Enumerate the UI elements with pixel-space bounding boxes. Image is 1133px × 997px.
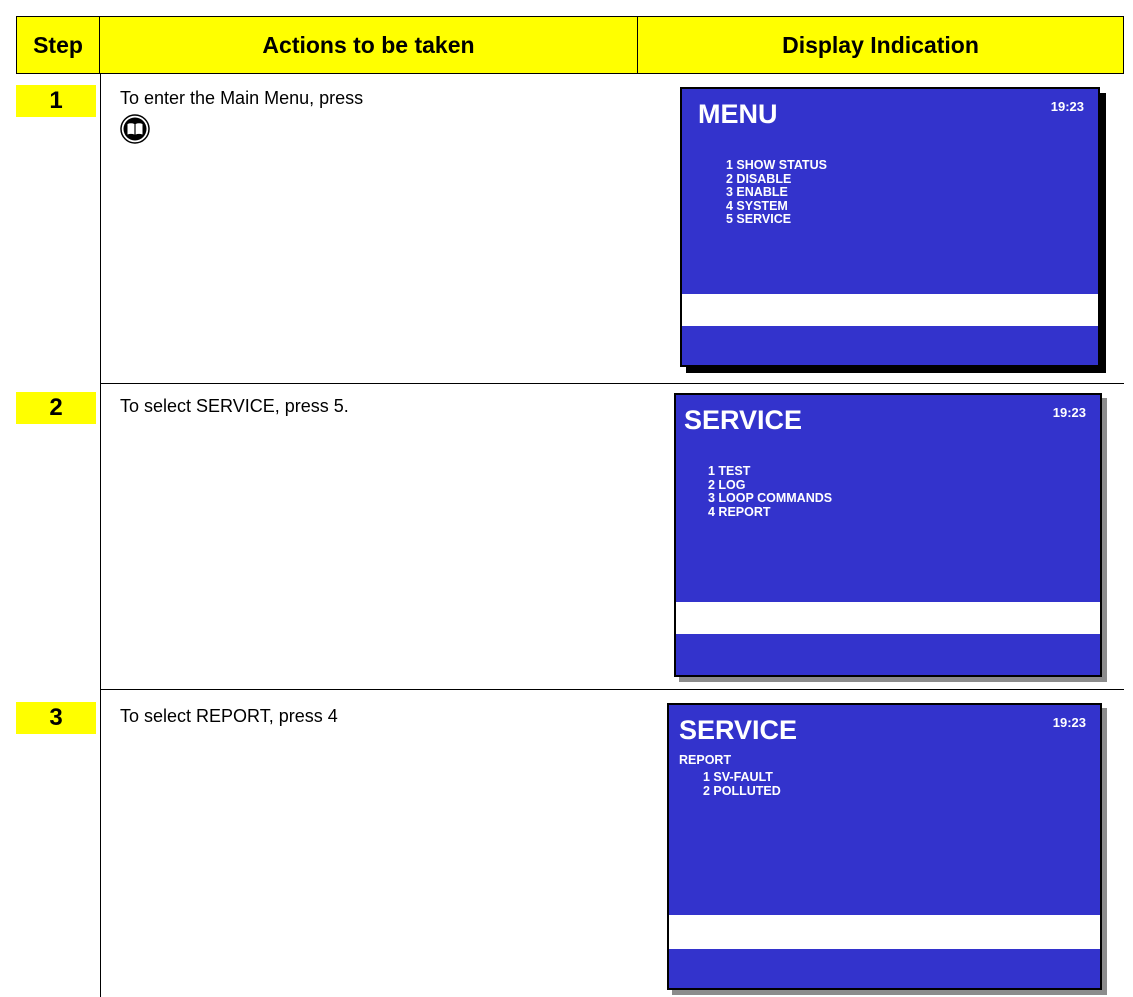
menu-item: 4 SYSTEM [726,198,788,213]
panel-status-bar [682,294,1098,326]
divider-step-action [100,74,101,997]
panel-menu-list: 1 SHOW STATUS 2 DISABLE 3 ENABLE 4 SYSTE… [726,158,827,227]
menu-item: 1 SV-FAULT [703,770,773,784]
header-display: Display Indication [638,16,1124,74]
panel-menu-list: 1 TEST 2 LOG 3 LOOP COMMANDS 4 REPORT [708,464,833,519]
panel-status-bar [669,915,1100,949]
display-panel-1: MENU 19:23 1 SHOW STATUS 2 DISABLE 3 ENA… [680,87,1100,367]
panel-time: 19:23 [1052,405,1086,420]
action-text-1: To enter the Main Menu, press [120,88,364,108]
panel-subtitle: REPORT [679,753,732,767]
row-divider-1 [100,383,1124,384]
menu-item: 3 LOOP COMMANDS [708,491,833,505]
panel-status-bar [676,602,1100,634]
display-panel-3: SERVICE 19:23 REPORT 1 SV-FAULT 2 POLLUT… [667,703,1102,990]
menu-item: 1 TEST [708,464,751,478]
header-actions: Actions to be taken [100,16,638,74]
panel-title: SERVICE [684,405,803,435]
panel-menu-list: 1 SV-FAULT 2 POLLUTED [703,770,781,798]
step-number-2: 2 [16,392,96,424]
row-divider-2 [100,689,1124,690]
menu-item: 1 SHOW STATUS [726,158,827,172]
menu-book-icon[interactable] [120,114,150,144]
menu-item: 5 SERVICE [726,212,792,226]
step-number-1: 1 [16,85,96,117]
menu-item: 4 REPORT [708,504,771,519]
action-text-3: To select REPORT, press 4 [120,706,338,726]
header-step: Step [16,16,100,74]
panel-title: SERVICE [679,715,798,745]
panel-title: MENU [698,99,778,129]
menu-item: 2 POLLUTED [703,783,781,798]
action-text-2: To select SERVICE, press 5. [120,396,349,416]
menu-item: 3 ENABLE [726,185,788,199]
panel-time: 19:23 [1052,715,1086,730]
menu-item: 2 LOG [708,477,746,492]
step-number-3: 3 [16,702,96,734]
panel-time: 19:23 [1050,99,1084,114]
menu-item: 2 DISABLE [726,171,792,186]
display-panel-2: SERVICE 19:23 1 TEST 2 LOG 3 LOOP COMMAN… [674,393,1102,677]
